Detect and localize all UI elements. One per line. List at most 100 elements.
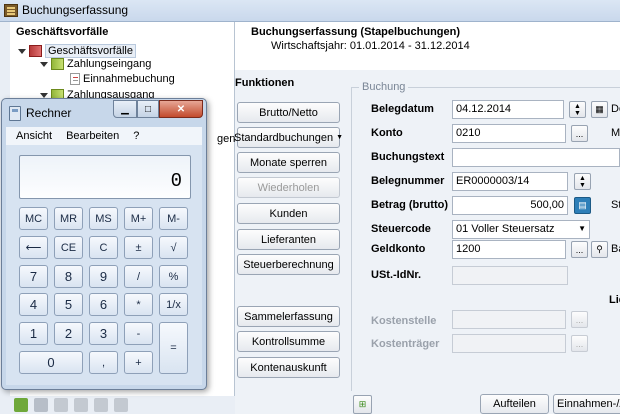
kostenstelle-label: Kostenstelle [371, 315, 437, 327]
tree-toolbar [10, 396, 235, 414]
books-icon [29, 45, 42, 57]
wiederholen-button[interactable]: Wiederholen [237, 177, 340, 198]
calculator-icon[interactable]: ▤ [574, 197, 591, 214]
key-m-minus[interactable]: M- [159, 207, 188, 230]
search-icon[interactable]: ⚲ [591, 241, 608, 258]
button-label: Steuerberechnung [243, 258, 334, 271]
key-m-plus[interactable]: M+ [124, 207, 153, 230]
kostentraeger-lookup-button[interactable]: ... [571, 335, 588, 352]
add-folder-icon[interactable] [14, 398, 28, 412]
steuercode-select[interactable]: 01 Voller Steuersatz ▼ [452, 220, 590, 239]
key-3[interactable]: 3 [89, 322, 118, 345]
konto-lookup-button[interactable]: ... [571, 125, 588, 142]
kontrollsumme-button[interactable]: Kontrollsumme [237, 331, 340, 352]
key-comma[interactable]: , [89, 351, 118, 374]
key-c[interactable]: C [89, 236, 118, 259]
delete-icon[interactable] [74, 398, 88, 412]
menu-bearbeiten[interactable]: Bearbeiten [66, 130, 119, 142]
key-9[interactable]: 9 [89, 265, 118, 288]
page-header: Buchungserfassung (Stapelbuchungen) Wirt… [235, 22, 620, 70]
edit-icon[interactable] [54, 398, 68, 412]
key-5[interactable]: 5 [54, 293, 83, 316]
key-0[interactable]: 0 [19, 351, 83, 374]
collapse-icon[interactable] [18, 48, 26, 54]
key-percent[interactable]: % [159, 265, 188, 288]
betrag-field[interactable]: 500,00 [452, 196, 568, 215]
display-value: 0 [170, 170, 182, 192]
minimize-button[interactable]: ▁ [113, 100, 137, 118]
key-ce[interactable]: CE [54, 236, 83, 259]
key-mc[interactable]: MC [19, 207, 48, 230]
key-plus[interactable]: + [124, 351, 153, 374]
belegnummer-spinner[interactable]: ▲ ▼ [574, 173, 591, 190]
geldkonto-lookup-button[interactable]: ... [571, 241, 588, 258]
aufteilen-button[interactable]: Aufteilen [480, 394, 549, 414]
menu-help[interactable]: ? [133, 130, 139, 142]
geldkonto-label: Geldkonto [371, 243, 426, 255]
steuercode-label: Steuercode [371, 223, 431, 235]
tree-node-root[interactable]: Geschäftsvorfälle [18, 44, 136, 58]
key-8[interactable]: 8 [54, 265, 83, 288]
key-4[interactable]: 4 [19, 293, 48, 316]
ustid-field[interactable] [452, 266, 568, 285]
key-equals[interactable]: = [159, 322, 188, 374]
key-6[interactable]: 6 [89, 293, 118, 316]
collapse-icon[interactable] [40, 92, 48, 98]
monate-sperren-button[interactable]: Monate sperren [237, 152, 340, 173]
move-down-icon[interactable] [114, 398, 128, 412]
key-minus[interactable]: - [124, 322, 153, 345]
belegnummer-field[interactable]: ER0000003/14 [452, 172, 568, 191]
key-multiply[interactable]: * [124, 293, 153, 316]
kostentraeger-field[interactable] [452, 334, 566, 353]
collapse-icon[interactable] [40, 61, 48, 67]
menu-ansicht[interactable]: Ansicht [16, 130, 52, 142]
kostenstelle-field[interactable] [452, 310, 566, 329]
standardbuchungen-button[interactable]: Standardbuchungen ▼ [234, 127, 344, 148]
key-reciprocal[interactable]: 1/x [159, 293, 188, 316]
key-backspace[interactable]: ⟵ [19, 236, 48, 259]
close-button[interactable]: ✕ [159, 100, 203, 118]
brutto-netto-button[interactable]: Brutto/Netto [237, 102, 340, 123]
cut-label: Lie [609, 294, 620, 306]
sammelerfassung-button[interactable]: Sammelerfassung [237, 306, 340, 327]
buchungstext-field[interactable] [452, 148, 620, 167]
tree-node-label: Zahlungseingang [67, 58, 152, 70]
button-label: Sammelerfassung [244, 310, 333, 323]
kostenstelle-lookup-button[interactable]: ... [571, 311, 588, 328]
key-divide[interactable]: / [124, 265, 153, 288]
split-icon[interactable]: ⊞ [353, 395, 372, 414]
window-titlebar: Buchungserfassung [0, 0, 620, 22]
tree-node-root-label: Geschäftsvorfälle [45, 44, 136, 58]
geldkonto-field[interactable]: 1200 [452, 240, 566, 259]
steuerberechnung-button[interactable]: Steuerberechnung [237, 254, 340, 275]
page-title: Buchungserfassung (Stapelbuchungen) [251, 26, 461, 38]
tree-node-label: Einnahmebuchung [83, 73, 175, 85]
key-mr[interactable]: MR [54, 207, 83, 230]
key-2[interactable]: 2 [54, 322, 83, 345]
maximize-button[interactable]: □ [137, 100, 159, 118]
tree-node-einnahmebuchung[interactable]: Einnahmebuchung [70, 73, 175, 85]
calculator-title: Rechner [26, 106, 72, 120]
dropdown-arrow-icon: ▼ [336, 134, 344, 141]
einnahmen-button[interactable]: Einnahmen-/Au [553, 394, 620, 414]
page-subtitle: Wirtschaftsjahr: 01.01.2014 - 31.12.2014 [271, 40, 470, 52]
belegdatum-field[interactable]: 04.12.2014 [452, 100, 564, 119]
konto-field[interactable]: 0210 [452, 124, 566, 143]
tree-node-zahlungseingang[interactable]: Zahlungseingang [40, 58, 151, 70]
calculator-menu: Ansicht Bearbeiten ? [6, 127, 202, 145]
steuercode-value: 01 Voller Steuersatz [456, 223, 555, 235]
add-icon[interactable] [34, 398, 48, 412]
key-sqrt[interactable]: √ [159, 236, 188, 259]
key-1[interactable]: 1 [19, 322, 48, 345]
key-plus-minus[interactable]: ± [124, 236, 153, 259]
key-7[interactable]: 7 [19, 265, 48, 288]
lieferanten-button[interactable]: Lieferanten [237, 229, 340, 250]
calculator-body: 0 MC MR MS M+ M- ⟵ CE C ± √ 7 8 9 /% 4 5 6 * 1/x 1 2 3- = 0, + [6, 145, 202, 385]
calendar-icon[interactable]: ▦ [591, 101, 608, 118]
move-up-icon[interactable] [94, 398, 108, 412]
kunden-button[interactable]: Kunden [237, 203, 340, 224]
kontenauskunft-button[interactable]: Kontenauskunft [237, 357, 340, 378]
key-ms[interactable]: MS [89, 207, 118, 230]
cut-label: Do [611, 103, 620, 115]
date-spinner[interactable]: ▲ ▼ [569, 101, 586, 118]
